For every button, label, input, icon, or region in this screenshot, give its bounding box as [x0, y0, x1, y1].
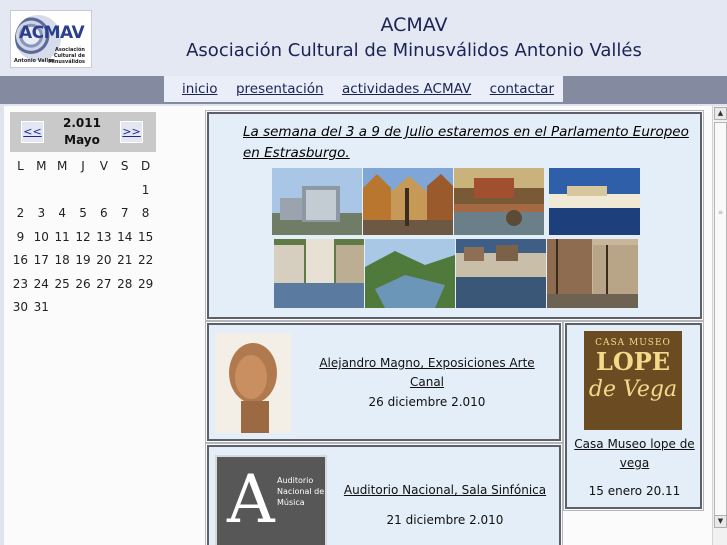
event-title-auditorio[interactable]: Auditorio Nacional, Sala Sinfónica [335, 481, 555, 500]
calendar-day[interactable]: 4 [52, 202, 73, 226]
calendar-grid: L M M J V S D 1 2 3 4 5 6 7 8 9 10 11 12 13 14 15 16 17 18 19 20 21… [10, 155, 156, 320]
calendar-weekday: V [99, 159, 108, 173]
nav-link-actividades[interactable]: actividades ACMAV [342, 81, 471, 97]
calendar-day[interactable]: 12 [73, 226, 94, 250]
calendar-day[interactable]: 11 [52, 226, 73, 250]
event-date-lope: 15 enero 20.11 [588, 484, 681, 498]
event-date-auditorio: 21 diciembre 2.010 [386, 513, 504, 527]
calendar-empty-cell [10, 179, 31, 203]
lope-logo-line3: de Vega [588, 377, 678, 402]
scroll-down-arrow-icon[interactable]: ▼ [714, 515, 727, 528]
calendar-day[interactable]: 23 [10, 273, 31, 297]
calendar-empty-cell [31, 179, 52, 203]
event-title-lope[interactable]: Casa Museo lope de vega [571, 435, 698, 473]
photo-river-night [549, 168, 640, 235]
logo-word: ACMAV [19, 23, 85, 43]
calendar-weekday: M [56, 159, 68, 173]
calendar-day[interactable]: 17 [31, 249, 52, 273]
acmav-logo[interactable]: ACMAV Asociación Cultural de Minusválido… [10, 10, 92, 68]
calendar-empty-cell [52, 179, 73, 203]
calendar-day[interactable]: 7 [114, 202, 135, 226]
calendar-day[interactable]: 20 [93, 249, 114, 273]
calendar-day[interactable]: 25 [52, 273, 73, 297]
calendar-empty-cell [114, 179, 135, 203]
nav-link-inicio[interactable]: inicio [182, 81, 218, 97]
calendar-header: << 2.011 Mayo >> [10, 112, 156, 152]
event-card-alejandro: Alejandro Magno, Exposiciones Arte Canal… [205, 321, 563, 443]
calendar-next-button[interactable]: >> [120, 121, 143, 143]
calendar-month: Mayo [64, 133, 100, 147]
calendar-day[interactable]: 19 [73, 249, 94, 273]
lope-de-vega-logo: CASA MUSEO LOPE de Vega [584, 331, 682, 430]
calendar-day[interactable]: 15 [135, 226, 156, 250]
calendar-day[interactable]: 27 [93, 273, 114, 297]
calendar-day[interactable]: 16 [10, 249, 31, 273]
event-card-lope: CASA MUSEO LOPE de Vega Casa Museo lope … [563, 321, 704, 511]
calendar-day[interactable]: 10 [31, 226, 52, 250]
photo-timber-houses [547, 239, 638, 308]
auditorio-logo-letter: A [227, 461, 275, 538]
photo-alejandro-bust [215, 333, 291, 433]
calendar-empty-cell [93, 179, 114, 203]
news-headline[interactable]: La semana del 3 a 9 de Julio estaremos e… [243, 122, 703, 164]
event-date-alejandro: 26 diciembre 2.010 [368, 395, 486, 409]
calendar-day[interactable]: 29 [135, 273, 156, 297]
header: ACMAV Asociación Cultural de Minusválido… [0, 0, 727, 76]
event-title-alejandro[interactable]: Alejandro Magno, Exposiciones Arte Canal [317, 354, 537, 392]
site-title: ACMAV [380, 14, 448, 36]
scroll-up-arrow-icon[interactable]: ▲ [714, 107, 727, 120]
calendar-prev-button[interactable]: << [21, 121, 44, 143]
calendar-weekday: J [81, 159, 85, 173]
calendar-day[interactable]: 9 [10, 226, 31, 250]
photo-river-valley [365, 239, 455, 308]
calendar-day[interactable]: 13 [93, 226, 114, 250]
lope-logo-line2: LOPE [595, 347, 671, 376]
calendar-year: 2.011 [63, 116, 101, 130]
calendar-empty-cell [73, 179, 94, 203]
nav-link-contactar[interactable]: contactar [490, 81, 554, 97]
calendar-day[interactable]: 21 [114, 249, 135, 273]
calendar-weekday: M [36, 159, 47, 173]
auditorio-logo-text: Auditorio Nacional de Música [277, 476, 325, 507]
scroll-grip-icon: ≡ [718, 209, 724, 216]
auditorio-logo: A Auditorio Nacional de Música [215, 455, 327, 545]
calendar-day[interactable]: 5 [73, 202, 94, 226]
calendar-day[interactable]: 1 [135, 179, 156, 203]
photo-canal-houses [456, 239, 546, 308]
calendar-day[interactable]: 31 [31, 296, 52, 320]
event-card-auditorio: A Auditorio Nacional de Música Auditorio… [205, 443, 563, 545]
calendar-day[interactable]: 22 [135, 249, 156, 273]
calendar: << 2.011 Mayo >> L M M J V S D 1 2 3 4 5 6 7 8 9 10 11 12 1… [10, 112, 156, 320]
site-subtitle: Asociación Cultural de Minusválidos Anto… [186, 40, 642, 61]
calendar-day[interactable]: 6 [93, 202, 114, 226]
news-panel: La semana del 3 a 9 de Julio estaremos e… [205, 110, 704, 321]
calendar-day[interactable]: 24 [31, 273, 52, 297]
calendar-day[interactable]: 18 [52, 249, 73, 273]
calendar-day[interactable]: 28 [114, 273, 135, 297]
logo-subtext-name: Antonio Vallés [14, 58, 55, 64]
nav-link-presentacion[interactable]: presentación [236, 81, 324, 97]
calendar-day[interactable]: 2 [10, 202, 31, 226]
calendar-weekday: L [17, 159, 24, 173]
calendar-weekday: S [120, 159, 129, 173]
calendar-day[interactable]: 30 [10, 296, 31, 320]
main-nav: inicio presentación actividades ACMAV co… [164, 76, 563, 102]
scroll-thumb[interactable]: ≡ [714, 122, 727, 522]
calendar-day[interactable]: 8 [135, 202, 156, 226]
calendar-day[interactable]: 3 [31, 202, 52, 226]
photo-strasbourg-square [363, 168, 453, 235]
calendar-day[interactable]: 14 [114, 226, 135, 250]
photo-petite-france [274, 239, 364, 308]
photo-heidelberg [454, 168, 544, 235]
calendar-weekday: D [140, 159, 151, 173]
calendar-day[interactable]: 26 [73, 273, 94, 297]
photo-parliament [272, 168, 362, 235]
vertical-scrollbar[interactable]: ▲ ≡ ▼ [712, 106, 727, 545]
